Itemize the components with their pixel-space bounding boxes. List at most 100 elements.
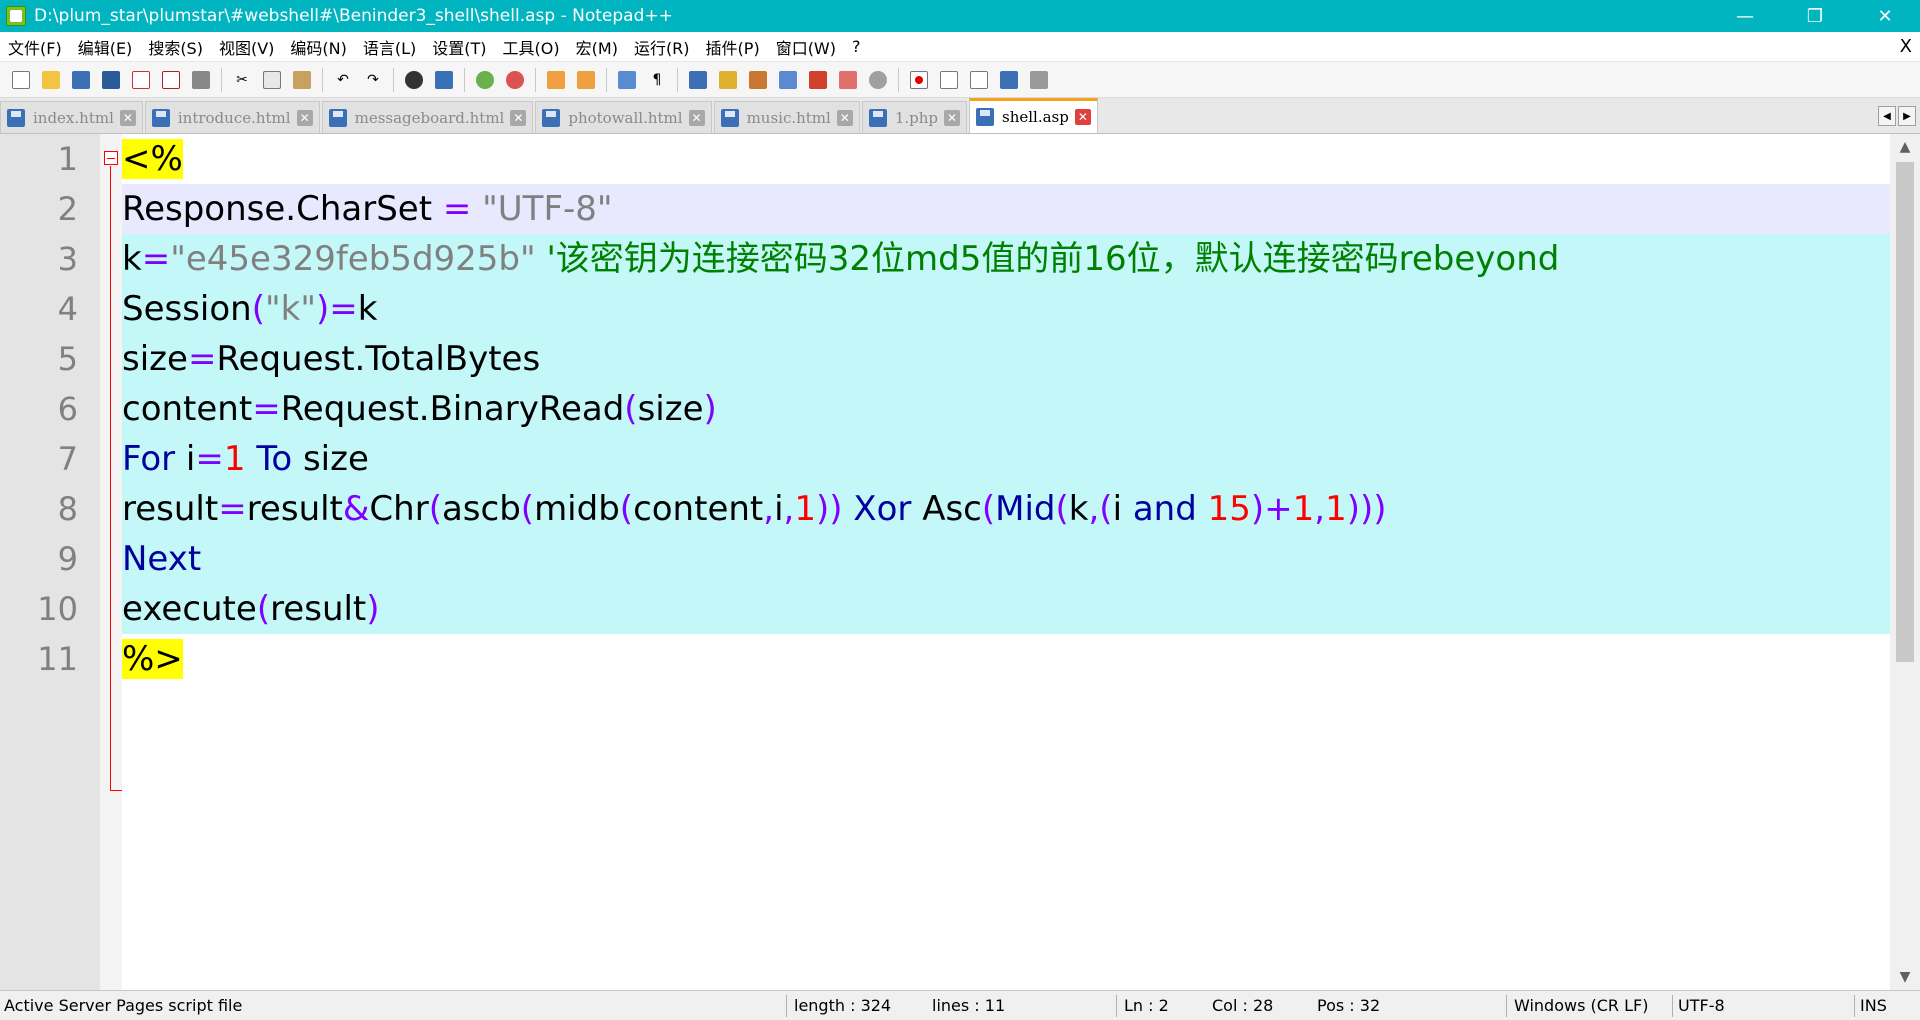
save-all-icon[interactable] <box>99 68 123 92</box>
indent-guide-icon[interactable] <box>686 68 710 92</box>
close-document-button[interactable]: X <box>1900 36 1912 57</box>
tab-index-html[interactable]: index.html ✕ <box>0 101 143 133</box>
menu-search[interactable]: 搜索(S) <box>140 35 211 59</box>
status-insert-mode[interactable]: INS <box>1860 991 1887 1020</box>
tab-scroll-left-button[interactable]: ◀ <box>1878 106 1896 126</box>
find-icon[interactable] <box>402 68 426 92</box>
tab-label: shell.asp <box>1002 108 1069 126</box>
code-token: ( <box>624 389 638 429</box>
tab-label: index.html <box>33 108 114 127</box>
tab-scroll-right-button[interactable]: ▶ <box>1898 106 1916 126</box>
code-number: 15 <box>1196 489 1251 529</box>
sync-v-icon[interactable] <box>544 68 568 92</box>
print-icon[interactable] <box>189 68 213 92</box>
tab-close-icon[interactable]: ✕ <box>296 109 313 126</box>
record-icon[interactable] <box>907 68 931 92</box>
tab-1-php[interactable]: 1.php ✕ <box>861 101 968 133</box>
folder-icon[interactable] <box>806 68 830 92</box>
redo-icon[interactable]: ↷ <box>361 68 385 92</box>
paste-icon[interactable] <box>290 68 314 92</box>
code-editor[interactable]: 1 2 3 4 5 6 7 8 9 10 11 <% Response.Char… <box>0 134 1920 990</box>
status-separator <box>1672 995 1673 1017</box>
tab-photowall-html[interactable]: photowall.html ✕ <box>535 101 712 133</box>
tab-introduce-html[interactable]: introduce.html ✕ <box>144 101 320 133</box>
minimize-button[interactable]: — <box>1710 0 1780 32</box>
menu-edit[interactable]: 编辑(E) <box>70 35 141 59</box>
asp-open-tag: <% <box>122 139 183 179</box>
tab-close-icon[interactable]: ✕ <box>688 109 705 126</box>
tab-close-icon[interactable]: ✕ <box>119 109 136 126</box>
save-icon[interactable] <box>69 68 93 92</box>
saved-disk-icon <box>720 108 739 127</box>
zoom-in-icon[interactable] <box>473 68 497 92</box>
tab-close-icon[interactable]: ✕ <box>944 109 961 126</box>
menu-view[interactable]: 视图(V) <box>211 35 282 59</box>
monitor-icon[interactable] <box>836 68 860 92</box>
saved-disk-icon <box>328 108 347 127</box>
sync-h-icon[interactable] <box>574 68 598 92</box>
scroll-up-button[interactable]: ▲ <box>1890 134 1920 160</box>
code-area[interactable]: <% Response.CharSet = "UTF-8" k="e45e329… <box>122 134 1890 990</box>
code-token: , <box>783 489 795 529</box>
code-line-8: result=result&Chr(ascb(midb(content,i,1)… <box>122 484 1890 534</box>
tab-messageboard-html[interactable]: messageboard.html ✕ <box>321 101 534 133</box>
tab-close-icon[interactable]: ✕ <box>836 109 853 126</box>
status-eol[interactable]: Windows (CR LF) <box>1514 991 1648 1020</box>
tab-close-icon[interactable]: ✕ <box>510 109 527 126</box>
menu-encoding[interactable]: 编码(N) <box>282 35 354 59</box>
open-icon[interactable] <box>39 68 63 92</box>
status-encoding[interactable]: UTF-8 <box>1678 991 1725 1020</box>
line-number: 2 <box>57 190 78 228</box>
copy-icon[interactable] <box>260 68 284 92</box>
scroll-down-button[interactable]: ▼ <box>1890 964 1920 990</box>
func-list-icon[interactable] <box>776 68 800 92</box>
menu-macro[interactable]: 宏(M) <box>568 35 626 59</box>
cut-icon[interactable]: ✂ <box>230 68 254 92</box>
toolbar-separator <box>535 67 536 92</box>
code-token: "k" <box>265 289 316 329</box>
code-keyword: Next <box>122 539 202 579</box>
menu-language[interactable]: 语言(L) <box>355 35 424 59</box>
tab-close-icon[interactable]: ✕ <box>1074 109 1091 125</box>
code-token: , <box>1314 489 1326 529</box>
vertical-scrollbar[interactable]: ▲ ▼ <box>1890 134 1920 990</box>
menu-run[interactable]: 运行(R) <box>626 35 698 59</box>
stop-icon[interactable] <box>937 68 961 92</box>
close-all-icon[interactable] <box>159 68 183 92</box>
fold-end-marker <box>110 790 122 791</box>
save-macro-icon[interactable] <box>1027 68 1051 92</box>
code-token: ( <box>981 489 996 529</box>
close-icon[interactable] <box>129 68 153 92</box>
saved-disk-icon <box>542 108 561 127</box>
wrap-icon[interactable] <box>615 68 639 92</box>
undo-icon[interactable]: ↶ <box>331 68 355 92</box>
menu-tools[interactable]: 工具(O) <box>495 35 568 59</box>
line-number: 5 <box>57 340 78 378</box>
menu-file[interactable]: 文件(F) <box>0 35 70 59</box>
play-multi-icon[interactable] <box>997 68 1021 92</box>
menu-settings[interactable]: 设置(T) <box>424 35 494 59</box>
replace-icon[interactable] <box>432 68 456 92</box>
fold-collapse-icon[interactable] <box>104 151 118 165</box>
play-icon[interactable] <box>967 68 991 92</box>
tab-shell-asp[interactable]: shell.asp ✕ <box>969 98 1098 133</box>
code-token: k <box>1068 489 1089 529</box>
scrollbar-thumb[interactable] <box>1896 162 1914 662</box>
new-icon[interactable] <box>9 68 33 92</box>
status-length: length : 324 <box>794 996 892 1015</box>
menu-window[interactable]: 窗口(W) <box>768 35 844 59</box>
doc-map-icon[interactable] <box>746 68 770 92</box>
menu-plugins[interactable]: 插件(P) <box>698 35 768 59</box>
menu-help[interactable]: ? <box>844 37 869 56</box>
code-token: = <box>195 439 224 479</box>
udl-icon[interactable] <box>716 68 740 92</box>
zoom-out-icon[interactable] <box>503 68 527 92</box>
close-window-button[interactable]: ✕ <box>1850 0 1920 32</box>
code-number: 1 <box>794 489 816 529</box>
restore-button[interactable]: ❐ <box>1780 0 1850 32</box>
code-token: size <box>637 389 704 429</box>
all-chars-icon[interactable]: ¶ <box>645 68 669 92</box>
tab-music-html[interactable]: music.html ✕ <box>713 101 860 133</box>
eye-icon[interactable] <box>866 68 890 92</box>
code-token: i <box>1112 489 1123 529</box>
